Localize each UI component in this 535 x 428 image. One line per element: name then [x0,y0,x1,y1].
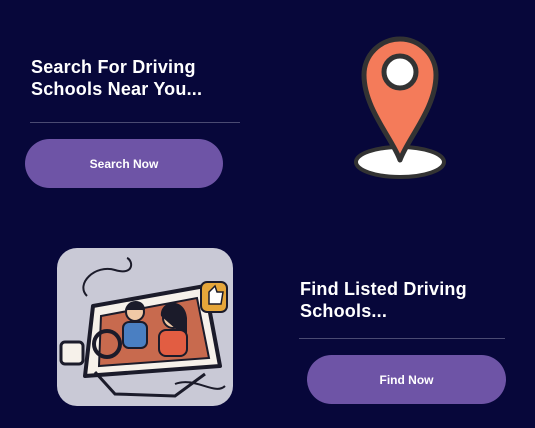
search-now-button[interactable]: Search Now [25,139,223,188]
search-heading-line1: Search For Driving [31,57,196,77]
find-divider [299,338,505,339]
find-heading-line2: Schools... [300,301,388,321]
search-section-heading: Search For Driving Schools Near You... [31,56,251,100]
driving-schools-screen: Search For Driving Schools Near You... S… [0,0,535,428]
find-section-heading: Find Listed Driving Schools... [300,278,520,322]
search-heading-line2: Schools Near You... [31,79,203,99]
find-heading-line1: Find Listed Driving [300,279,467,299]
search-divider [30,122,240,123]
location-pin-icon [354,36,446,179]
find-now-button[interactable]: Find Now [307,355,506,404]
driving-lesson-illustration [57,248,233,406]
